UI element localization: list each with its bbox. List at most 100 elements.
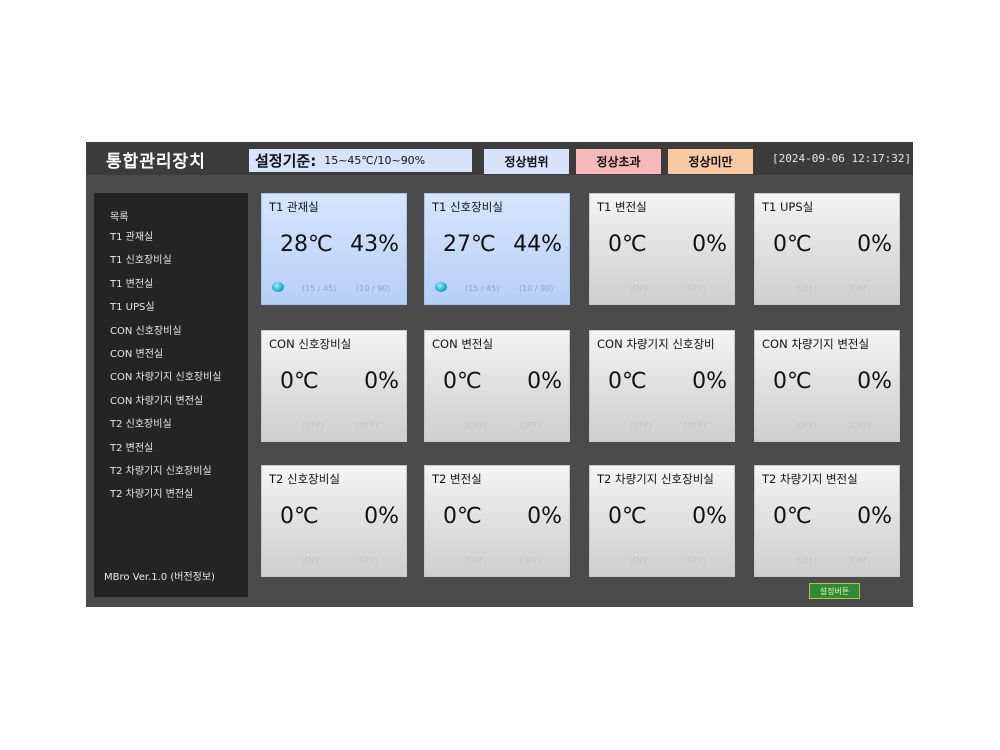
temperature-value: 0℃ bbox=[443, 369, 482, 394]
room-name: CON 차량기지 신호장비 bbox=[597, 337, 715, 351]
humidity-value: 0% bbox=[857, 232, 892, 257]
humidity-range: (OFF) bbox=[684, 284, 706, 293]
version-info: MBro Ver.1.0 (버전정보) bbox=[104, 572, 215, 583]
room-name: T2 차량기지 변전실 bbox=[762, 472, 858, 486]
room-card[interactable]: T2 차량기지 변전실 0℃ 0% (OFF) (OFF) bbox=[754, 465, 900, 577]
humidity-value: 0% bbox=[857, 504, 892, 529]
temperature-range: (OFF) bbox=[795, 556, 817, 565]
room-name: CON 신호장비실 bbox=[269, 337, 352, 351]
humidity-range: (OFF) bbox=[519, 421, 541, 430]
room-name: CON 차량기지 변전실 bbox=[762, 337, 870, 351]
status-indicator-icon bbox=[435, 282, 447, 292]
temperature-value: 28℃ bbox=[280, 232, 333, 257]
temperature-value: 27℃ bbox=[443, 232, 496, 257]
humidity-value: 0% bbox=[527, 369, 562, 394]
sidebar-item-t2-depot-signal-room[interactable]: T2 차량기지 신호장비실 bbox=[110, 465, 222, 488]
room-name: T1 UPS실 bbox=[762, 200, 814, 214]
sidebar-item-t1-signal-room[interactable]: T1 신호장비실 bbox=[110, 254, 222, 277]
humidity-value: 0% bbox=[364, 504, 399, 529]
sidebar-item-t2-depot-substation[interactable]: T2 차량기지 변전실 bbox=[110, 488, 222, 511]
room-name: CON 변전실 bbox=[432, 337, 494, 351]
criteria-box: 설정기준: 15~45℃/10~90% bbox=[249, 149, 472, 172]
room-card[interactable]: T2 신호장비실 0℃ 0% (OFF) (OFF) bbox=[261, 465, 407, 577]
temperature-range: (OFF) bbox=[795, 421, 817, 430]
room-card[interactable]: T1 신호장비실 27℃ 44% (15 / 45) (10 / 90) bbox=[424, 193, 570, 305]
sidebar-item-con-substation[interactable]: CON 변전실 bbox=[110, 348, 222, 371]
room-name: T2 신호장비실 bbox=[269, 472, 340, 486]
app-title: 통합관리장치 bbox=[106, 152, 206, 172]
criteria-value: 15~45℃/10~90% bbox=[324, 154, 426, 167]
room-name: T1 신호장비실 bbox=[432, 200, 503, 214]
humidity-value: 0% bbox=[692, 232, 727, 257]
sidebar-menu: T1 관재실 T1 신호장비실 T1 변전실 T1 UPS실 CON 신호장비실… bbox=[110, 231, 222, 512]
humidity-range: (OFF) bbox=[849, 421, 871, 430]
legend-under-range: 정상미만 bbox=[668, 149, 753, 174]
temperature-value: 0℃ bbox=[608, 504, 647, 529]
humidity-range: (OFF) bbox=[849, 556, 871, 565]
temperature-value: 0℃ bbox=[773, 369, 812, 394]
sidebar-item-con-depot-signal-room[interactable]: CON 차량기지 신호장비실 bbox=[110, 371, 222, 394]
sidebar-item-con-signal-room[interactable]: CON 신호장비실 bbox=[110, 325, 222, 348]
legend-normal-range: 정상범위 bbox=[484, 149, 569, 174]
sidebar: 목록 T1 관재실 T1 신호장비실 T1 변전실 T1 UPS실 CON 신호… bbox=[94, 193, 248, 597]
humidity-value: 44% bbox=[513, 232, 562, 257]
temperature-value: 0℃ bbox=[280, 504, 319, 529]
room-card[interactable]: T2 차량기지 신호장비실 0℃ 0% (OFF) (OFF) bbox=[589, 465, 735, 577]
temperature-range: (OFF) bbox=[302, 421, 324, 430]
room-card[interactable]: CON 차량기지 변전실 0℃ 0% (OFF) (OFF) bbox=[754, 330, 900, 442]
temperature-range: (OFF) bbox=[302, 556, 324, 565]
temperature-range: (OFF) bbox=[630, 556, 652, 565]
room-card[interactable]: T1 변전실 0℃ 0% (OFF) (OFF) bbox=[589, 193, 735, 305]
temperature-range: (OFF) bbox=[795, 284, 817, 293]
room-name: T1 변전실 bbox=[597, 200, 647, 214]
temperature-value: 0℃ bbox=[773, 504, 812, 529]
humidity-range: (10 / 90) bbox=[519, 284, 554, 293]
temperature-range: (OFF) bbox=[465, 556, 487, 565]
humidity-range: (10 / 90) bbox=[356, 284, 391, 293]
humidity-range: (OFF) bbox=[684, 556, 706, 565]
temperature-range: (OFF) bbox=[465, 421, 487, 430]
room-card[interactable]: T1 UPS실 0℃ 0% (OFF) (OFF) bbox=[754, 193, 900, 305]
room-name: T1 관재실 bbox=[269, 200, 319, 214]
sidebar-item-t1-ups-room[interactable]: T1 UPS실 bbox=[110, 301, 222, 324]
temperature-value: 0℃ bbox=[280, 369, 319, 394]
humidity-range: (OFF) bbox=[356, 556, 378, 565]
humidity-value: 43% bbox=[350, 232, 399, 257]
humidity-value: 0% bbox=[857, 369, 892, 394]
humidity-range: (OFF) bbox=[849, 284, 871, 293]
room-card[interactable]: CON 변전실 0℃ 0% (OFF) (OFF) bbox=[424, 330, 570, 442]
humidity-value: 0% bbox=[692, 504, 727, 529]
temperature-range: (15 / 45) bbox=[302, 284, 337, 293]
temperature-range: (15 / 45) bbox=[465, 284, 500, 293]
room-card[interactable]: CON 신호장비실 0℃ 0% (OFF) (OFF) bbox=[261, 330, 407, 442]
room-name: T2 변전실 bbox=[432, 472, 482, 486]
temperature-value: 0℃ bbox=[773, 232, 812, 257]
sidebar-item-t1-control-room[interactable]: T1 관재실 bbox=[110, 231, 222, 254]
legend-over-range: 정상초과 bbox=[576, 149, 661, 174]
room-card[interactable]: T1 관재실 28℃ 43% (15 / 45) (10 / 90) bbox=[261, 193, 407, 305]
sidebar-item-con-depot-substation[interactable]: CON 차량기지 변전실 bbox=[110, 395, 222, 418]
temperature-range: (OFF) bbox=[630, 284, 652, 293]
humidity-value: 0% bbox=[527, 504, 562, 529]
status-indicator-icon bbox=[272, 282, 284, 292]
temperature-value: 0℃ bbox=[608, 369, 647, 394]
temperature-value: 0℃ bbox=[608, 232, 647, 257]
sidebar-item-t2-signal-room[interactable]: T2 신호장비실 bbox=[110, 418, 222, 441]
humidity-value: 0% bbox=[692, 369, 727, 394]
temperature-value: 0℃ bbox=[443, 504, 482, 529]
sidebar-item-t2-substation[interactable]: T2 변전실 bbox=[110, 442, 222, 465]
room-name: T2 차량기지 신호장비실 bbox=[597, 472, 714, 486]
room-card[interactable]: CON 차량기지 신호장비 0℃ 0% (OFF) (OFF) bbox=[589, 330, 735, 442]
settings-button[interactable]: 설정버튼 bbox=[809, 583, 860, 599]
humidity-range: (OFF) bbox=[684, 421, 706, 430]
sidebar-title: 목록 bbox=[110, 212, 129, 223]
room-card[interactable]: T2 변전실 0℃ 0% (OFF) (OFF) bbox=[424, 465, 570, 577]
temperature-range: (OFF) bbox=[630, 421, 652, 430]
humidity-range: (OFF) bbox=[519, 556, 541, 565]
humidity-value: 0% bbox=[364, 369, 399, 394]
header-bar: 통합관리장치 설정기준: 15~45℃/10~90% 정상범위 정상초과 정상미… bbox=[86, 142, 913, 175]
app-window: 통합관리장치 설정기준: 15~45℃/10~90% 정상범위 정상초과 정상미… bbox=[86, 142, 913, 607]
sidebar-item-t1-substation[interactable]: T1 변전실 bbox=[110, 278, 222, 301]
datetime-display: [2024-09-06 12:17:32] bbox=[772, 152, 912, 165]
humidity-range: (OFF) bbox=[356, 421, 378, 430]
